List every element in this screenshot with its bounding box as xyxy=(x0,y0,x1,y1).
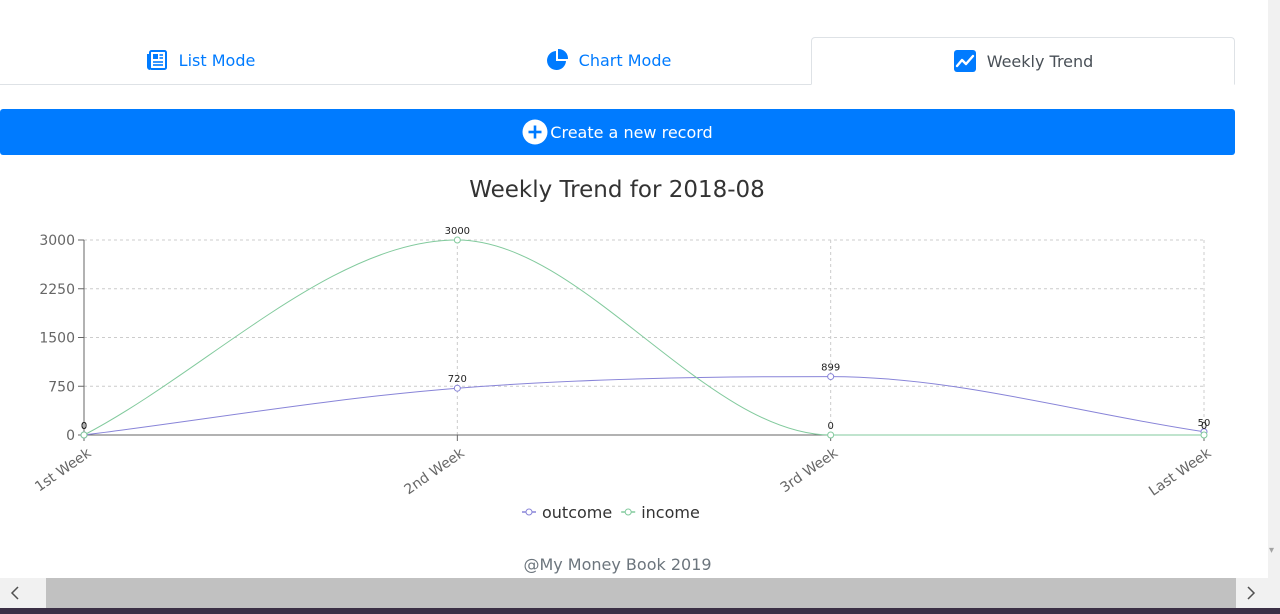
y-tick-label: 3000 xyxy=(39,233,75,249)
tab-chart-mode[interactable]: Chart Mode xyxy=(408,37,808,83)
tab-list-mode[interactable]: List Mode xyxy=(0,37,400,83)
vertical-scrollbar[interactable]: ▾ xyxy=(1268,0,1280,578)
plus-circle-icon xyxy=(522,119,548,145)
y-tick-label: 1500 xyxy=(39,331,75,347)
data-point-income xyxy=(453,236,461,244)
tab-chart-mode-label: Chart Mode xyxy=(578,50,672,70)
y-tick-label: 0 xyxy=(66,428,75,444)
chart-axes: 0 750 1500 2250 3000 1st Week 2nd Week 3rd Week… xyxy=(32,233,1215,500)
x-tick-label: 3rd Week xyxy=(778,445,842,497)
horizontal-scroll-thumb[interactable] xyxy=(46,578,1236,608)
data-label-income: 0 xyxy=(827,421,833,432)
scrollbar-corner xyxy=(1268,578,1280,608)
data-point-outcome xyxy=(453,384,461,392)
scroll-left-button[interactable] xyxy=(0,578,30,608)
data-label-income: 0 xyxy=(81,421,87,432)
data-point-income xyxy=(80,431,88,439)
data-label-outcome: 720 xyxy=(448,374,467,385)
trend-line-icon xyxy=(953,50,976,72)
x-tick-label: 1st Week xyxy=(32,445,95,496)
taskbar-strip xyxy=(0,608,1280,614)
chevron-right-icon xyxy=(1247,586,1256,600)
chart-title: Weekly Trend for 2018-08 xyxy=(469,177,765,203)
legend-item-income: income xyxy=(621,503,700,522)
create-record-label: Create a new record xyxy=(550,122,713,142)
tab-weekly-trend-label: Weekly Trend xyxy=(986,51,1094,71)
legend-item-outcome: outcome xyxy=(522,503,612,522)
chart-legend[interactable]: outcome income xyxy=(522,503,700,522)
tab-weekly-trend[interactable]: Weekly Trend xyxy=(811,37,1235,85)
data-label-outcome: 899 xyxy=(821,363,840,374)
series-line-outcome xyxy=(83,376,1205,436)
view-mode-tabs: List Mode Chart Mode Weekly Trend xyxy=(0,37,1235,85)
newspaper-icon xyxy=(146,50,167,70)
data-point-outcome xyxy=(827,373,835,381)
horizontal-scrollbar[interactable] xyxy=(0,578,1268,608)
x-tick-label: Last Week xyxy=(1146,445,1215,500)
footer-copyright: @My Money Book 2019 xyxy=(523,555,712,574)
data-label-income: 0 xyxy=(1201,421,1207,432)
app-viewport: List Mode Chart Mode Weekly Trend Create… xyxy=(0,0,1268,578)
tab-list-mode-label: List Mode xyxy=(178,50,256,70)
scroll-right-button[interactable] xyxy=(1236,578,1266,608)
y-tick-label: 750 xyxy=(48,379,75,395)
legend-label: income xyxy=(641,503,700,522)
create-record-button[interactable]: Create a new record xyxy=(0,109,1235,155)
weekly-trend-chart: Weekly Trend for 2018-08 0 750 1500 2250 300… xyxy=(32,177,1215,522)
y-tick-label: 2250 xyxy=(39,282,75,298)
legend-label: outcome xyxy=(542,503,612,522)
data-label-income: 3000 xyxy=(445,226,470,237)
data-point-income xyxy=(1200,431,1208,439)
scroll-down-icon[interactable]: ▾ xyxy=(1269,546,1274,556)
chart-data-labels: 072089950030000 0 xyxy=(81,226,1211,432)
legend-marker-icon xyxy=(525,508,533,516)
data-point-income xyxy=(827,431,835,439)
pie-chart-icon xyxy=(546,48,568,70)
legend-marker-icon xyxy=(624,508,632,516)
x-tick-label: 2nd Week xyxy=(402,445,469,498)
chevron-left-icon xyxy=(10,586,19,600)
